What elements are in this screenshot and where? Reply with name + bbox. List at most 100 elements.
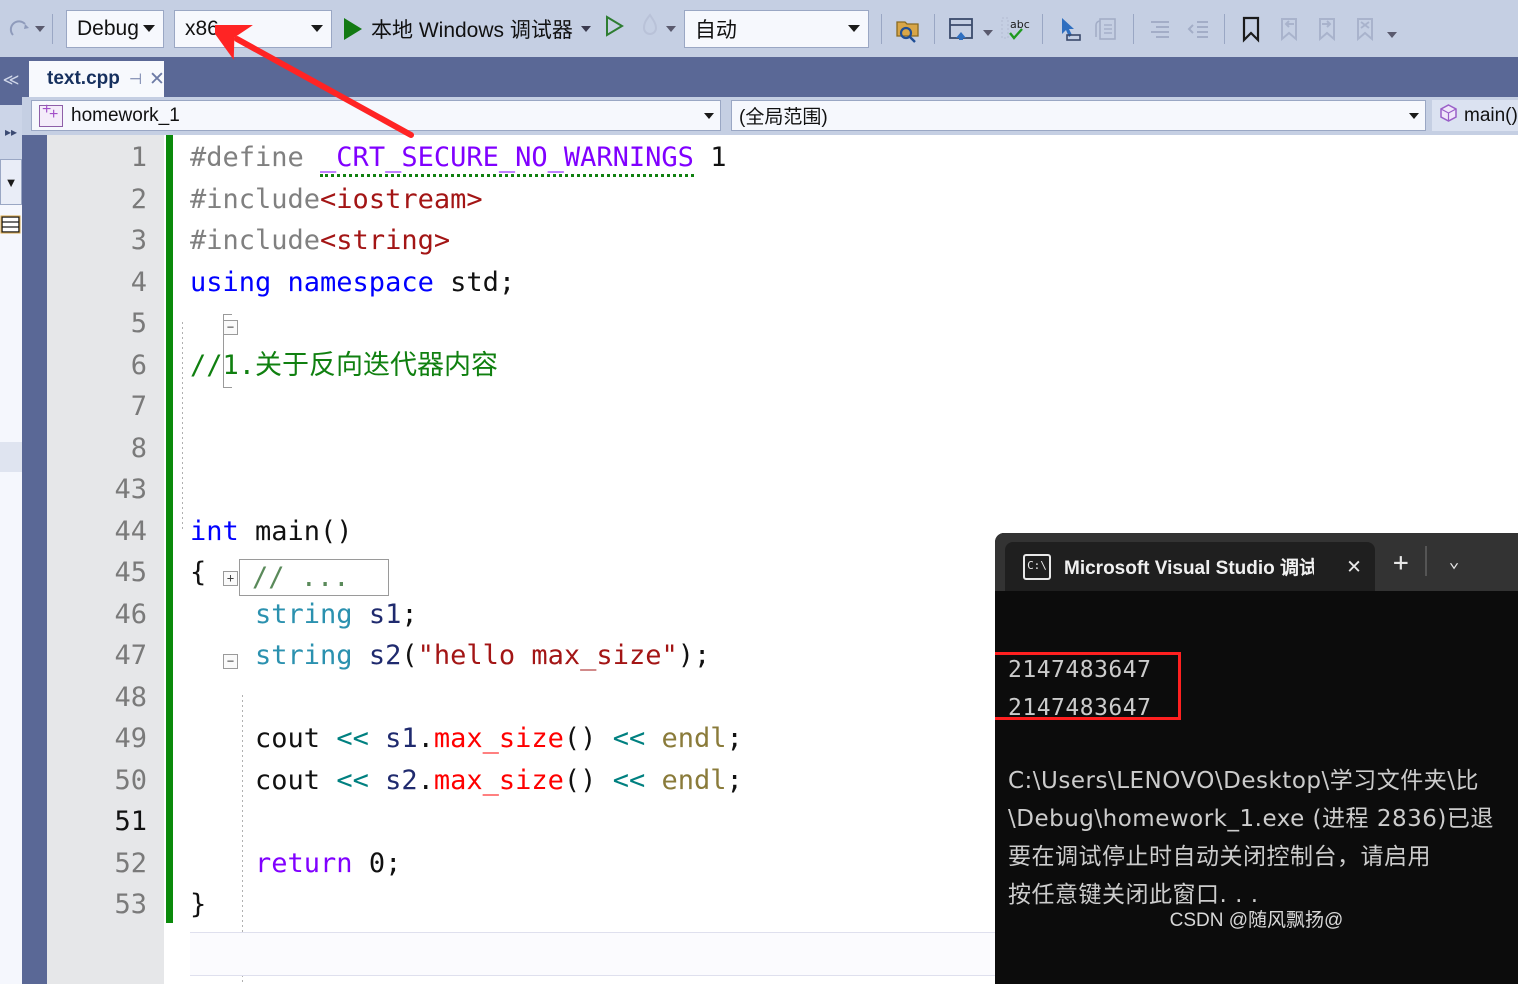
line-number: 50 xyxy=(114,764,147,796)
spell-check-abc-icon[interactable]: abc xyxy=(1001,14,1031,44)
attach-target-combobox[interactable]: 自动 xyxy=(683,9,869,48)
hot-reload-icon[interactable] xyxy=(639,13,663,44)
pin-icon[interactable]: ⊣ xyxy=(129,70,142,88)
code-line-text[interactable]: #define _CRT_SECURE_NO_WARNINGS 1 xyxy=(190,137,726,179)
vs-toolbar: Debug x86 本地 Windows 调试器 自动 abc xyxy=(0,0,1518,58)
code-line-text[interactable]: #include<iostream> xyxy=(190,179,483,221)
close-icon[interactable]: ✕ xyxy=(1347,555,1361,578)
line-number: 46 xyxy=(114,598,147,630)
solution-platform-combobox[interactable]: x86 xyxy=(174,9,332,48)
bookmark-icon[interactable] xyxy=(1236,14,1266,44)
line-number: 7 xyxy=(130,391,147,422)
fold-expand-glyph-line8[interactable]: + xyxy=(223,571,238,586)
solution-configuration-combobox[interactable]: Debug xyxy=(66,9,164,48)
hot-reload-chevron-icon[interactable] xyxy=(665,25,676,32)
code-token: using namespace xyxy=(190,266,451,298)
navbar-scope-combobox[interactable]: (全局范围) xyxy=(731,100,1426,131)
line-number: 3 xyxy=(130,225,147,256)
collapsed-panel-tab-3[interactable]: ▼ xyxy=(0,159,22,205)
collapsed-panel-tab-2[interactable]: ▸▸ xyxy=(0,105,22,159)
code-line-text[interactable]: { xyxy=(190,552,206,594)
console-title-bar[interactable]: C:\ Microsoft Visual Studio 调试控 ✕ + ⌄ xyxy=(995,533,1518,591)
start-without-debugging-icon[interactable] xyxy=(603,14,625,43)
new-tab-icon[interactable]: + xyxy=(1393,550,1409,576)
code-token: _CRT_SECURE_NO_WARNINGS xyxy=(320,142,694,177)
overflow-chevron-icon[interactable] xyxy=(1386,31,1397,38)
toolbar-divider xyxy=(1041,13,1043,44)
line-number: 8 xyxy=(130,432,147,464)
start-debugging-chevron-icon[interactable] xyxy=(580,25,591,32)
collapsed-panel-tab-1[interactable]: ≪ xyxy=(0,57,22,105)
code-token: s2 xyxy=(385,764,418,796)
code-line[interactable]: 8 xyxy=(47,428,1518,470)
code-line-text[interactable]: string s1; xyxy=(190,594,418,636)
collapsed-region-box[interactable]: // ... xyxy=(239,559,389,596)
code-token: //1.关于反向迭代器内容 xyxy=(190,349,499,381)
navbar-member-combobox[interactable]: main() xyxy=(1432,100,1518,131)
code-token: { xyxy=(190,557,207,588)
code-line[interactable]: 5 xyxy=(47,303,1518,345)
pointer-select-icon[interactable] xyxy=(1054,14,1084,44)
method-icon xyxy=(1439,103,1458,128)
code-line-text[interactable]: cout << s1.max_size() << endl; xyxy=(190,718,743,760)
code-token: endl xyxy=(661,723,727,754)
fold-collapse-glyph-line2[interactable]: − xyxy=(223,320,238,335)
code-line-text[interactable]: int main() xyxy=(190,511,353,553)
code-line-text[interactable]: string s2("hello max_size"); xyxy=(190,635,710,677)
fold-collapse-glyph-line44[interactable]: − xyxy=(223,654,238,669)
code-line[interactable]: 3 #include<string> xyxy=(47,220,1518,262)
solution-configuration-value: Debug xyxy=(77,16,139,40)
code-token: <iostream> xyxy=(320,183,483,215)
console-tab[interactable]: C:\ Microsoft Visual Studio 调试控 ✕ xyxy=(1005,542,1375,591)
code-token: "hello max_size" xyxy=(417,640,678,671)
code-line[interactable]: 2 #include<iostream> xyxy=(47,179,1518,221)
redo-dropdown-chevron-icon[interactable] xyxy=(35,25,45,32)
new-window-icon[interactable] xyxy=(946,14,976,44)
code-token: << xyxy=(336,723,386,754)
find-in-files-icon[interactable] xyxy=(893,14,923,44)
code-token: . xyxy=(417,764,434,796)
new-window-chevron-icon[interactable] xyxy=(982,30,993,36)
chevron-down-icon xyxy=(311,25,323,32)
clear-bookmarks-icon xyxy=(1350,14,1380,44)
line-number: 43 xyxy=(114,474,147,505)
horizontal-scrollbar-track[interactable] xyxy=(47,930,92,984)
paste-icon xyxy=(1092,14,1122,44)
toolbox-icon[interactable] xyxy=(0,206,22,248)
code-line-text[interactable]: //1.关于反向迭代器内容 xyxy=(190,345,498,387)
cpp-project-icon xyxy=(39,101,63,127)
console-output-line: \Debug\homework_1.exe (进程 2836)已退 xyxy=(1008,806,1494,832)
code-line-text[interactable]: cout << s2.max_size() << endl; xyxy=(190,760,743,802)
redo-icon[interactable] xyxy=(6,16,32,42)
navbar-project-combobox[interactable]: homework_1 xyxy=(31,100,721,131)
code-line[interactable]: 4 using namespace std; xyxy=(47,262,1518,304)
code-line-text[interactable]: #include<string> xyxy=(190,220,450,262)
code-line[interactable]: 1 #define _CRT_SECURE_NO_WARNINGS 1 xyxy=(47,137,1518,179)
code-token: cout xyxy=(190,723,337,754)
code-token: ; xyxy=(385,847,402,879)
line-number: 44 xyxy=(114,515,147,547)
outdent-icon xyxy=(1183,14,1213,44)
previous-bookmark-icon xyxy=(1274,14,1304,44)
code-line-text[interactable]: using namespace std; xyxy=(190,262,515,304)
code-token: << xyxy=(336,764,386,796)
code-line-text[interactable]: return 0; xyxy=(190,843,401,885)
code-token: 1 xyxy=(710,142,727,173)
code-token: string xyxy=(255,598,353,630)
close-icon[interactable]: ✕ xyxy=(149,68,165,91)
toolbar-divider xyxy=(880,13,882,44)
toolbar-divider xyxy=(933,13,935,44)
code-line[interactable]: 43 xyxy=(47,469,1518,511)
code-line-text[interactable]: } xyxy=(190,884,206,926)
start-debugging-label[interactable]: 本地 Windows 调试器 xyxy=(371,14,573,44)
code-line[interactable]: 6 //1.关于反向迭代器内容 xyxy=(47,345,1518,387)
code-line[interactable]: 7 xyxy=(47,386,1518,428)
chevron-down-icon[interactable]: ⌄ xyxy=(1435,551,1473,572)
document-tab-text-cpp[interactable]: text.cpp ⊣ ✕ xyxy=(29,61,165,97)
debug-console-window[interactable]: C:\ Microsoft Visual Studio 调试控 ✕ + ⌄ 21… xyxy=(995,533,1518,984)
csdn-watermark: CSDN @随风飘扬@ xyxy=(1169,910,1344,931)
collapsed-panel-tab-4[interactable] xyxy=(0,442,22,472)
start-debugging-play-icon[interactable] xyxy=(344,17,362,40)
line-number: 4 xyxy=(130,266,147,298)
toolbar-divider xyxy=(52,13,53,44)
